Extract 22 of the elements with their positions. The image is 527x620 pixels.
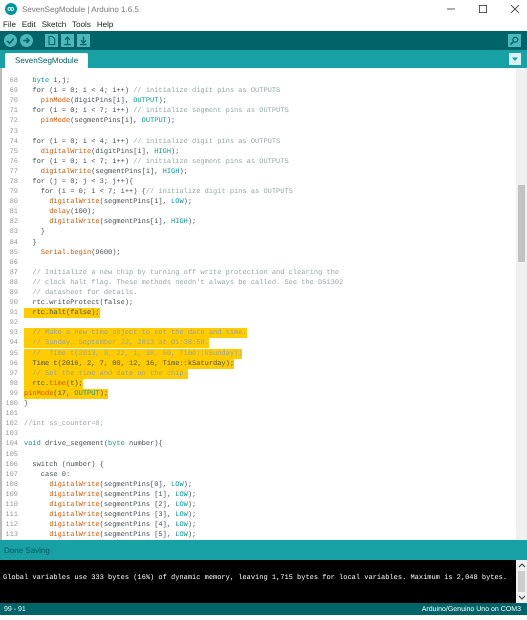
scrollbar[interactable] (516, 68, 527, 540)
serial-monitor-icon[interactable] (508, 34, 521, 47)
scroll-up-icon[interactable] (518, 562, 526, 568)
scroll-down-icon[interactable] (518, 595, 526, 601)
close-icon[interactable] (511, 5, 519, 13)
tab-menu-icon[interactable] (509, 53, 521, 65)
menu-item[interactable]: Edit (22, 20, 36, 29)
maximize-icon[interactable] (479, 5, 487, 13)
verify-icon[interactable] (4, 34, 17, 47)
status-message: Done Saving (4, 546, 50, 554)
window-title: SevenSegModule | Arduino 1.6.5 (22, 4, 139, 14)
file-tab[interactable]: SevenSegModule (5, 53, 88, 68)
menu-item[interactable]: Sketch (42, 20, 66, 29)
console-scrollbar[interactable] (516, 560, 527, 603)
app-logo-icon (5, 3, 17, 15)
upload-icon[interactable] (20, 34, 33, 47)
menu-item[interactable]: Help (96, 20, 114, 29)
save-icon[interactable] (77, 34, 90, 47)
menu-item[interactable]: Tools (72, 20, 91, 29)
new-file-icon[interactable] (45, 34, 58, 47)
menu-item[interactable]: File (3, 20, 16, 29)
open-icon[interactable] (61, 34, 74, 47)
